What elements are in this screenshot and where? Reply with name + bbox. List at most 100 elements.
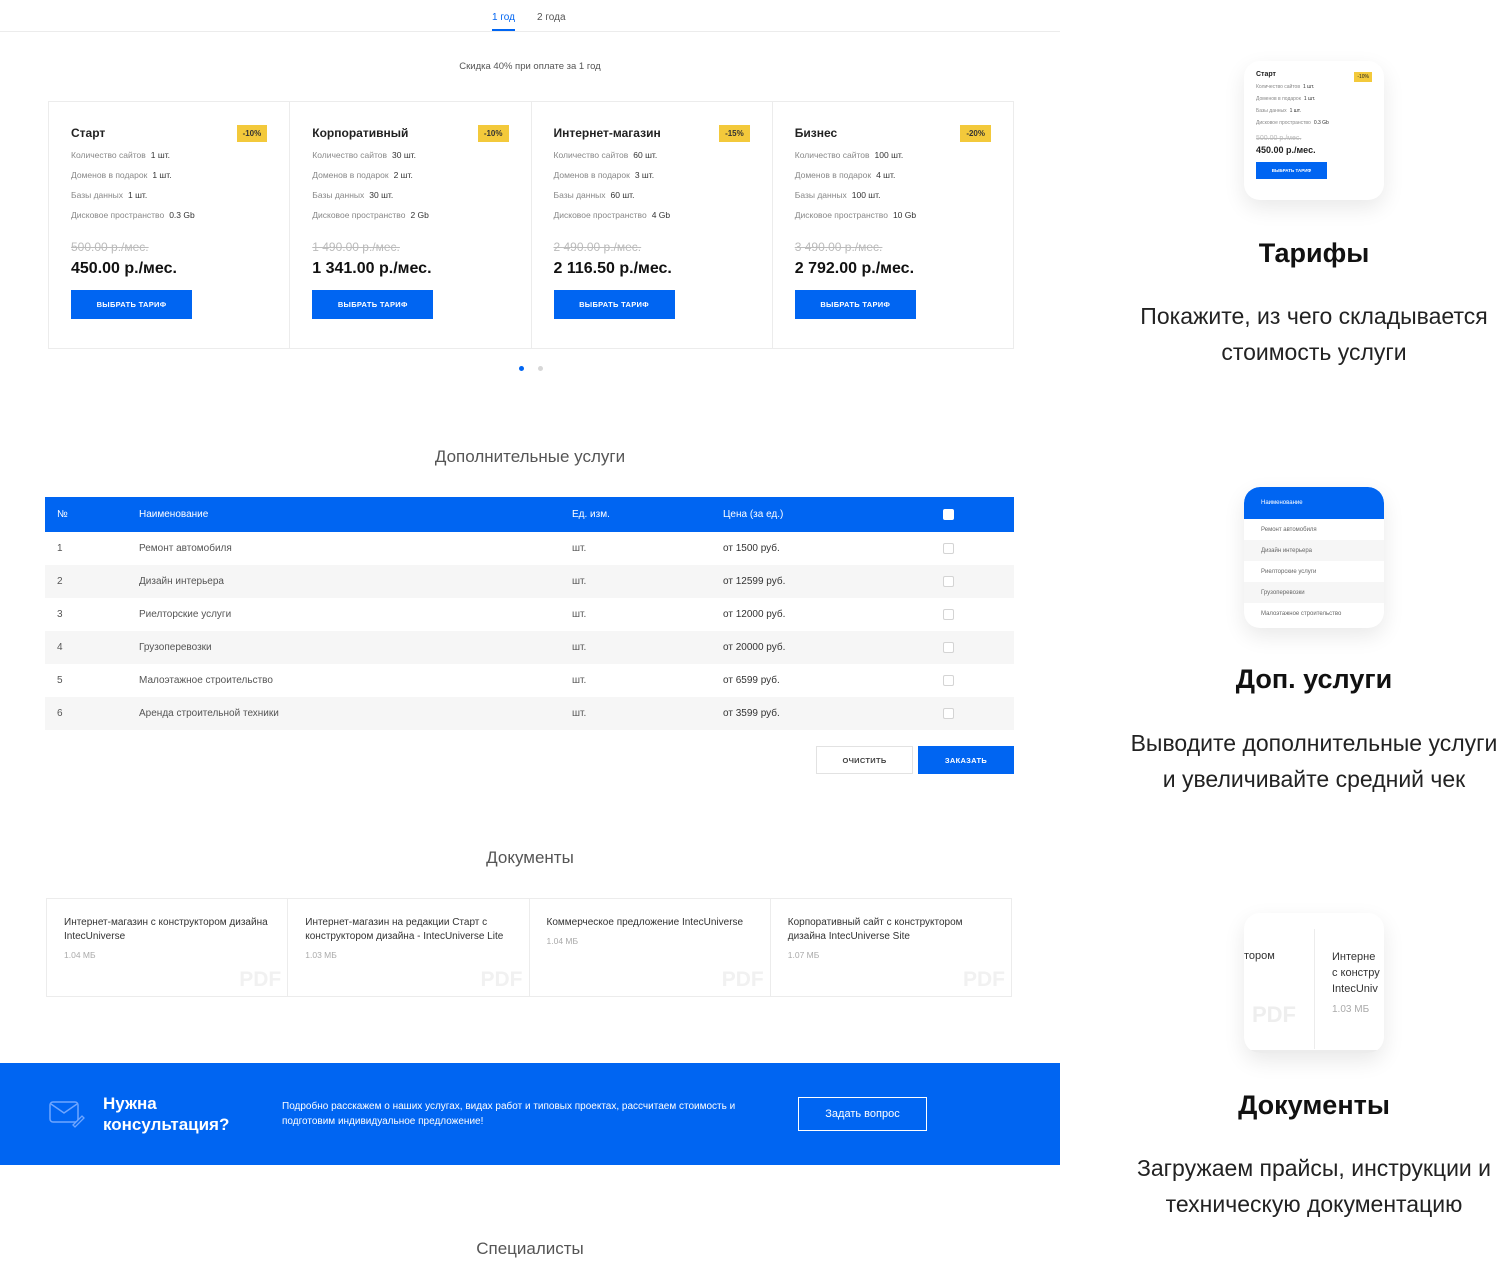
row-num: 1 — [57, 543, 63, 554]
services-table: № Наименование Ед. изм. Цена (за ед.) 1 … — [45, 497, 1014, 730]
table-row: 4 Грузоперевозки шт. от 20000 руб. — [45, 631, 1014, 664]
tariff-feature: Количество сайтов 30 шт. — [312, 150, 416, 160]
mail-edit-icon — [49, 1101, 85, 1128]
document-size: 1.03 МБ — [305, 950, 337, 960]
preview-feature: Количество сайтов 1 шт. — [1256, 84, 1315, 90]
select-tariff-button[interactable]: ВЫБРАТЬ ТАРИФ — [794, 290, 916, 319]
row-name: Грузоперевозки — [139, 642, 212, 653]
tab-1-year[interactable]: 1 год — [492, 12, 515, 31]
row-unit: шт. — [572, 576, 587, 587]
tariff-feature: Базы данных 60 шт. — [553, 190, 635, 200]
preview-doc-title: Интерне с констру IntecUniv — [1332, 951, 1380, 995]
row-price: от 20000 руб. — [723, 642, 786, 653]
document-item[interactable]: Коммерческое предложение IntecUniverse 1… — [530, 899, 771, 996]
table-header: № Наименование Ед. изм. Цена (за ед.) — [45, 497, 1014, 532]
row-checkbox[interactable] — [943, 543, 954, 554]
row-name: Ремонт автомобиля — [139, 543, 232, 554]
consult-text: Подробно расскажем о наших услугах, вида… — [282, 1101, 736, 1127]
pdf-icon: PDF — [1252, 1002, 1296, 1027]
tariff-feature: Дисковое пространство 10 Gb — [794, 210, 917, 220]
tariff-feature: Дисковое пространство 2 Gb — [312, 210, 429, 220]
discount-badge: -20% — [960, 125, 991, 142]
document-item[interactable]: Интернет-магазин на редакции Старт с кон… — [288, 899, 530, 996]
select-tariff-button[interactable]: ВЫБРАТЬ ТАРИФ — [312, 290, 434, 319]
pdf-icon: PDF — [721, 968, 764, 991]
clear-button[interactable]: ОЧИСТИТЬ — [816, 746, 913, 774]
document-item[interactable]: Корпоративный сайт с конструктором дизай… — [771, 899, 1011, 996]
document-size: 1.04 МБ — [64, 950, 96, 960]
old-price: 2 490.00 р./мес. — [553, 240, 642, 254]
period-tabs: 1 год 2 года — [0, 0, 1060, 32]
feature-desc: Выводите дополнительные услуги и увеличи… — [1130, 730, 1498, 792]
discount-badge: -10% — [477, 125, 509, 142]
ask-question-button[interactable]: Задать вопрос — [798, 1097, 927, 1131]
table-row: 1 Ремонт автомобиля шт. от 1500 руб. — [45, 532, 1014, 565]
select-tariff-button[interactable]: ВЫБРАТЬ ТАРИФ — [71, 290, 192, 319]
tariffs-list: Старт -10% Количество сайтов 1 шт. Домено… — [48, 101, 1014, 349]
pdf-icon: PDF — [239, 968, 282, 991]
header-name: Наименование — [139, 509, 209, 520]
tariff-feature: Доменов в подарок 1 шт. — [71, 170, 172, 180]
preview-doc-fragment: тором — [1244, 950, 1275, 962]
preview-row: Малоэтажное строительство — [1261, 610, 1342, 617]
document-title: Корпоративный сайт с конструктором дизай… — [787, 917, 963, 942]
order-button[interactable]: ЗАКАЗАТЬ — [918, 746, 1014, 774]
consult-title: Нужна консультация? — [103, 1094, 230, 1134]
discount-note: Скидка 40% при оплате за 1 год — [459, 61, 601, 72]
tariff-card: Интернет-магазин -15% Количество сайтов 6… — [532, 102, 773, 348]
consultation-banner: Нужна консультация? Подробно расскажем о… — [0, 1063, 1060, 1165]
tariff-feature: Доменов в подарок 2 шт. — [312, 170, 413, 180]
row-num: 2 — [57, 576, 63, 587]
preview-row: Грузоперевозки — [1244, 582, 1384, 603]
tariff-feature: Доменов в подарок 3 шт. — [553, 170, 655, 180]
tab-2-years[interactable]: 2 года — [537, 12, 566, 29]
price: 2 792.00 р./мес. — [794, 260, 915, 277]
row-checkbox[interactable] — [943, 576, 954, 587]
document-size: 1.04 МБ — [546, 936, 579, 946]
document-title: Интернет-магазин с конструктором дизайна… — [64, 917, 268, 942]
row-checkbox[interactable] — [943, 642, 954, 653]
feature-title: Тарифы — [1258, 238, 1370, 268]
specialists-title: Специалисты — [476, 1239, 584, 1258]
feature-title: Доп. услуги — [1235, 664, 1393, 694]
row-checkbox[interactable] — [943, 708, 954, 719]
select-all-checkbox[interactable] — [943, 509, 954, 520]
slider-pagination — [519, 366, 543, 371]
tariff-preview: Старт -10% Количество сайтов 1 шт. Домено… — [1244, 61, 1384, 200]
slider-dot-1[interactable] — [519, 366, 524, 371]
tariff-card: Старт -10% Количество сайтов 1 шт. Домено… — [49, 102, 291, 348]
tariff-feature: Базы данных 100 шт. — [794, 190, 881, 200]
row-name: Дизайн интерьера — [139, 576, 224, 587]
slider-dot-2[interactable] — [538, 366, 543, 371]
preview-divider — [1314, 929, 1315, 1049]
row-unit: шт. — [572, 543, 587, 554]
row-checkbox[interactable] — [943, 675, 954, 686]
row-price: от 1500 руб. — [723, 543, 780, 554]
discount-badge: -15% — [719, 125, 750, 142]
tariff-feature: Количество сайтов 60 шт. — [553, 150, 658, 160]
discount-badge: -10% — [236, 125, 268, 142]
preview-header: Наименование — [1244, 487, 1384, 519]
document-item[interactable]: Интернет-магазин с конструктором дизайна… — [47, 899, 289, 996]
price: 1 341.00 р./мес. — [312, 260, 432, 277]
price: 450.00 р./мес. — [71, 260, 177, 277]
row-unit: шт. — [572, 675, 587, 686]
document-title: Коммерческое предложение IntecUniverse — [546, 917, 744, 928]
page-content: 1 год 2 года Скидка 40% при оплате за 1 … — [0, 0, 1060, 1274]
services-title: Дополнительные услуги — [434, 447, 626, 466]
select-tariff-button[interactable]: ВЫБРАТЬ ТАРИФ — [553, 290, 675, 319]
services-preview: Наименование Ремонт автомобиля Дизайн ин… — [1244, 487, 1384, 628]
row-checkbox[interactable] — [943, 609, 954, 620]
price: 2 116.50 р./мес. — [553, 260, 672, 277]
documents-title: Документы — [486, 848, 574, 867]
documents-preview: тором Интерне с констру IntecUniv 1.03 М… — [1244, 913, 1384, 1053]
preview-old-price: 500.00 р./мес. — [1256, 135, 1302, 142]
pdf-icon: PDF — [480, 968, 523, 991]
preview-border — [1244, 1050, 1384, 1053]
header-unit: Ед. изм. — [572, 509, 610, 520]
row-name: Малоэтажное строительство — [139, 675, 273, 686]
feature-title: Документы — [1238, 1090, 1390, 1120]
row-num: 6 — [57, 708, 63, 719]
header-num: № — [57, 509, 68, 520]
tariff-feature: Дисковое пространство 0.3 Gb — [71, 210, 195, 220]
